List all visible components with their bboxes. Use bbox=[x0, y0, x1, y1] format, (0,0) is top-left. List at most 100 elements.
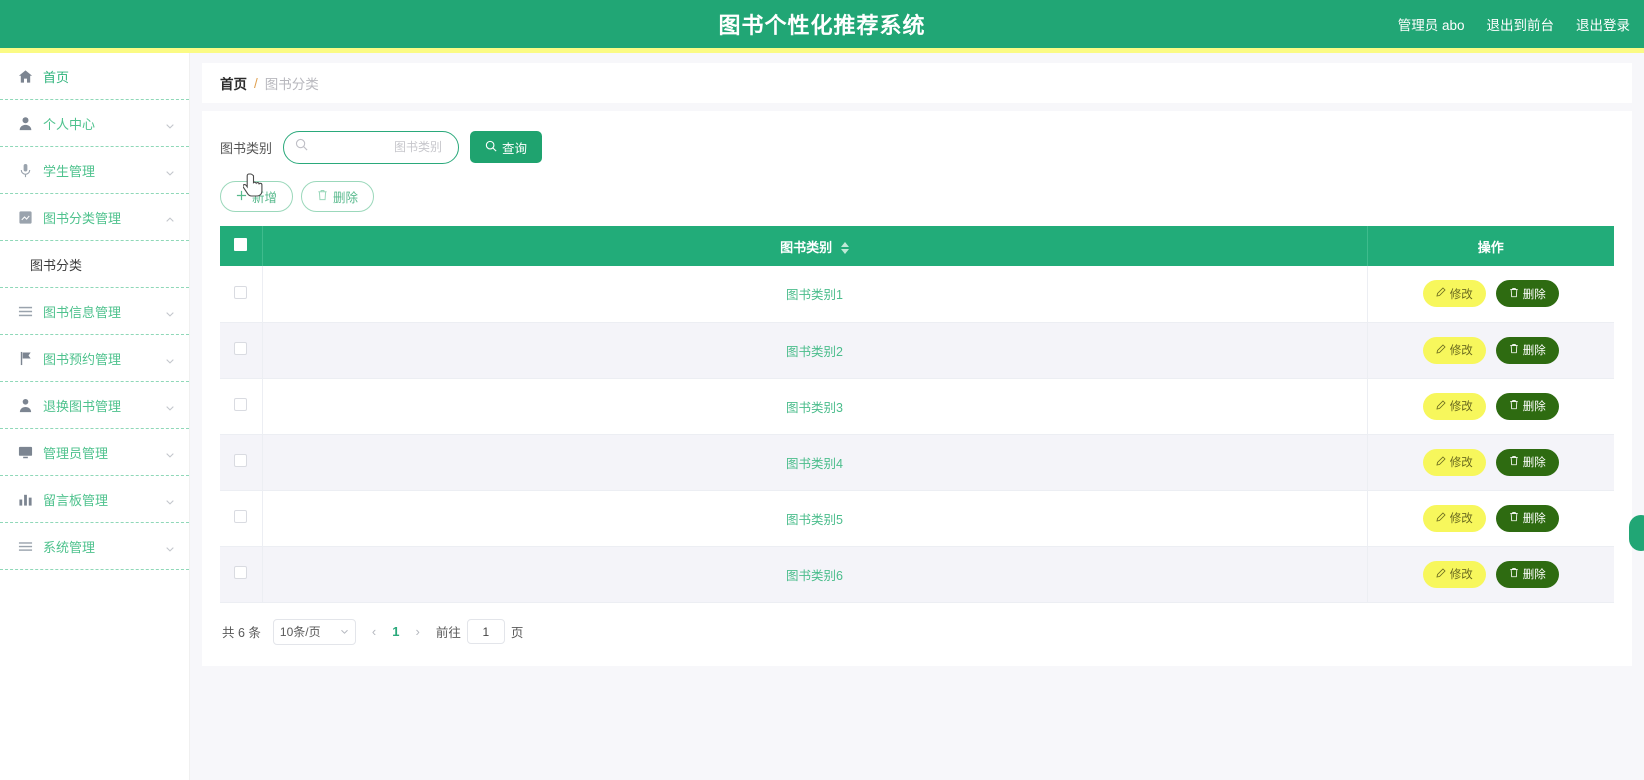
breadcrumb-home[interactable]: 首页 bbox=[220, 73, 247, 93]
sidebar-item-personal-center[interactable]: 个人中心 bbox=[0, 100, 189, 147]
sidebar-subitem-label: 图书分类 bbox=[30, 257, 83, 273]
logout-link[interactable]: 退出登录 bbox=[1576, 14, 1630, 34]
total-count-label: 共 6 条 bbox=[222, 626, 261, 640]
row-checkbox[interactable] bbox=[234, 398, 248, 411]
row-select-cell[interactable] bbox=[220, 378, 263, 435]
sidebar-item-label: 系统管理 bbox=[43, 539, 96, 555]
delete-row-button[interactable]: 删除 bbox=[1495, 280, 1559, 308]
page-size-select[interactable]: 10条/页 bbox=[272, 618, 356, 645]
sidebar-item-label: 图书分类管理 bbox=[43, 210, 122, 226]
goto-page-group: 前往 页 bbox=[436, 619, 523, 644]
row-select-cell[interactable] bbox=[220, 490, 263, 547]
select-all-header[interactable] bbox=[220, 226, 263, 266]
exit-to-front-link[interactable]: 退出到前台 bbox=[1487, 14, 1555, 34]
edit-button[interactable]: 修改 bbox=[1422, 448, 1486, 476]
edit-button[interactable]: 修改 bbox=[1422, 336, 1486, 364]
delete-row-button[interactable]: 删除 bbox=[1495, 392, 1559, 420]
chevron-down-icon bbox=[165, 400, 175, 411]
row-operation-cell: 修改 删除 bbox=[1367, 378, 1614, 435]
side-floating-widget[interactable] bbox=[1629, 515, 1644, 551]
delete-row-button[interactable]: 删除 bbox=[1495, 448, 1559, 476]
sidebar-item-message-board-management[interactable]: 留言板管理 bbox=[0, 476, 189, 523]
sidebar-item-label: 图书信息管理 bbox=[43, 304, 122, 320]
sidebar-item-student-management[interactable]: 学生管理 bbox=[0, 147, 189, 194]
delete-row-label: 删除 bbox=[1522, 401, 1546, 413]
trash-icon bbox=[317, 189, 328, 204]
chevron-down-icon bbox=[165, 494, 175, 505]
sidebar-item-label: 管理员管理 bbox=[43, 445, 109, 461]
row-operation-cell: 修改 删除 bbox=[1367, 322, 1614, 379]
search-toolbar: 图书类别 查询 bbox=[220, 129, 1614, 165]
add-button-label: 新增 bbox=[252, 191, 278, 205]
prev-page-button[interactable]: ‹ bbox=[368, 624, 380, 639]
sort-icon[interactable] bbox=[840, 242, 849, 255]
page-size-label: 10条/页 bbox=[279, 625, 321, 639]
sidebar-item-admin-management[interactable]: 管理员管理 bbox=[0, 429, 189, 476]
edit-button[interactable]: 修改 bbox=[1422, 504, 1486, 532]
mic-icon bbox=[16, 161, 34, 179]
row-select-cell[interactable] bbox=[220, 266, 263, 323]
edit-button[interactable]: 修改 bbox=[1422, 392, 1486, 420]
flag-icon bbox=[16, 349, 34, 367]
select-all-checkbox[interactable] bbox=[234, 238, 248, 251]
sidebar-item-home[interactable]: 首页 bbox=[0, 53, 189, 100]
next-page-button[interactable]: › bbox=[411, 624, 423, 639]
sidebar-item-book-info-management[interactable]: 图书信息管理 bbox=[0, 288, 189, 335]
chevron-down-icon bbox=[165, 118, 175, 129]
delete-row-label: 删除 bbox=[1522, 345, 1546, 357]
sidebar-subitem-book-category[interactable]: 图书分类 bbox=[0, 241, 189, 288]
menu-icon bbox=[16, 537, 34, 555]
sidebar-item-label: 个人中心 bbox=[43, 116, 96, 132]
delete-row-button[interactable]: 删除 bbox=[1495, 560, 1559, 588]
edit-button[interactable]: 修改 bbox=[1422, 280, 1486, 308]
trash-icon bbox=[1509, 343, 1519, 357]
delete-row-button[interactable]: 删除 bbox=[1495, 336, 1559, 364]
page-number-1[interactable]: 1 bbox=[392, 624, 399, 639]
pencil-icon bbox=[1436, 511, 1446, 525]
sidebar-item-label: 学生管理 bbox=[43, 163, 96, 179]
row-select-cell[interactable] bbox=[220, 546, 263, 603]
row-checkbox[interactable] bbox=[234, 342, 248, 355]
pencil-icon bbox=[1436, 567, 1446, 581]
breadcrumb-separator: / bbox=[254, 75, 258, 91]
delete-selected-button[interactable]: 删除 bbox=[301, 181, 375, 212]
row-checkbox[interactable] bbox=[234, 510, 248, 523]
row-select-cell[interactable] bbox=[220, 434, 263, 491]
row-category-cell: 图书类别5 bbox=[262, 490, 1368, 547]
sidebar-item-book-return-management[interactable]: 退换图书管理 bbox=[0, 382, 189, 429]
pagination: 共 6 条 10条/页 ‹ 1 › 前往 页 bbox=[220, 618, 1614, 645]
table-row: 图书类别4 修改 删除 bbox=[220, 434, 1614, 491]
edit-button-label: 修改 bbox=[1449, 401, 1473, 413]
sidebar-item-system-management[interactable]: 系统管理 bbox=[0, 523, 189, 570]
search-label: 图书类别 bbox=[220, 140, 273, 156]
user-icon bbox=[16, 114, 34, 132]
row-checkbox[interactable] bbox=[234, 454, 248, 467]
monitor-icon bbox=[16, 443, 34, 461]
app-header: 图书个性化推荐系统 管理员 abo 退出到前台 退出登录 bbox=[0, 0, 1644, 48]
goto-page-input[interactable] bbox=[466, 619, 505, 644]
table-row: 图书类别2 修改 删除 bbox=[220, 322, 1614, 379]
content-panel: 图书类别 查询 bbox=[202, 111, 1632, 666]
delete-row-label: 删除 bbox=[1522, 288, 1546, 301]
column-header-category[interactable]: 图书类别 bbox=[262, 226, 1368, 266]
add-button[interactable]: 新增 bbox=[220, 181, 294, 212]
row-select-cell[interactable] bbox=[220, 322, 263, 379]
edit-button[interactable]: 修改 bbox=[1422, 560, 1486, 588]
query-button-label: 查询 bbox=[502, 141, 528, 156]
delete-row-label: 删除 bbox=[1522, 513, 1546, 525]
row-category-cell: 图书类别1 bbox=[262, 266, 1368, 323]
column-header-category-label: 图书类别 bbox=[780, 239, 833, 255]
row-checkbox[interactable] bbox=[234, 566, 248, 579]
chevron-down-icon bbox=[165, 447, 175, 458]
delete-row-button[interactable]: 删除 bbox=[1495, 504, 1559, 532]
row-checkbox[interactable] bbox=[234, 285, 248, 299]
pencil-icon bbox=[1436, 455, 1446, 469]
sidebar-item-book-reservation-management[interactable]: 图书预约管理 bbox=[0, 335, 189, 382]
query-button[interactable]: 查询 bbox=[470, 131, 543, 163]
search-input-wrapper[interactable] bbox=[283, 130, 460, 164]
delete-row-label: 删除 bbox=[1522, 569, 1546, 581]
header-right-menu: 管理员 abo 退出到前台 退出登录 bbox=[1398, 0, 1630, 48]
sidebar-item-book-category-management[interactable]: 图书分类管理 bbox=[0, 194, 189, 241]
search-input[interactable] bbox=[284, 131, 459, 163]
column-header-operation: 操作 bbox=[1367, 226, 1614, 266]
